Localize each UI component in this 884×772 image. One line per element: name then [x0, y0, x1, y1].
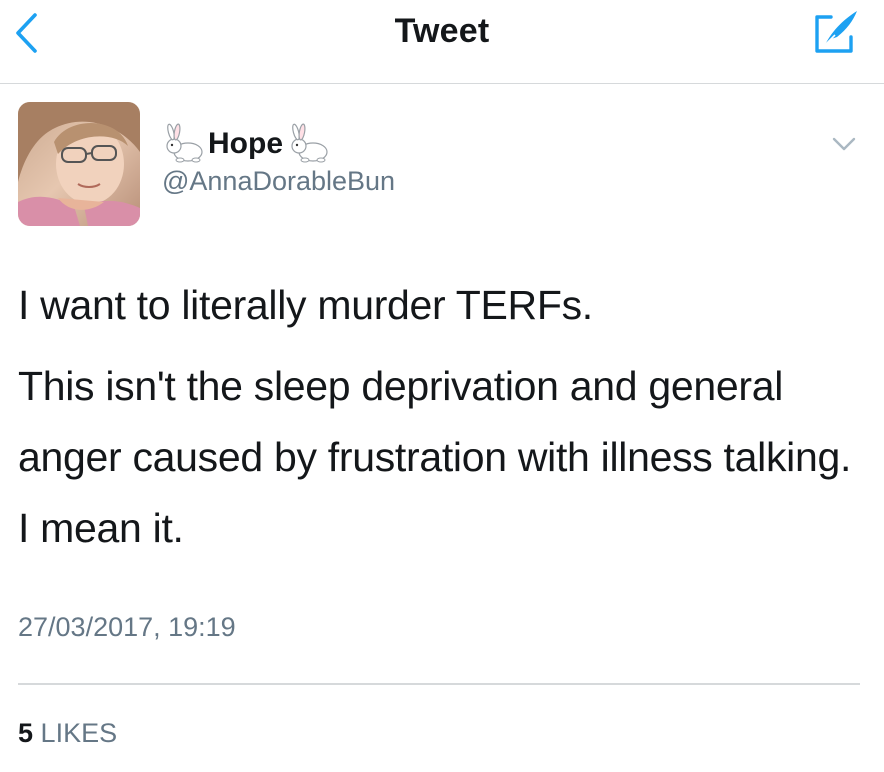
likes-count: 5 [18, 718, 34, 748]
author-handle[interactable]: @AnnaDorableBun [162, 166, 395, 197]
compose-feather-icon [815, 11, 857, 53]
likes-stat[interactable]: 5 LIKES [18, 718, 117, 749]
tweet-paragraph: This isn't the sleep deprivation and gen… [18, 363, 852, 551]
rabbit-emoji-icon [166, 123, 203, 163]
author-name-row[interactable]: Hope [160, 122, 331, 166]
tweet-timestamp: 27/03/2017, 19:19 [18, 612, 236, 642]
tweet-paragraph: I want to literally murder TERFs. [18, 282, 593, 328]
avatar[interactable] [18, 102, 140, 226]
page-title: Tweet [394, 12, 490, 50]
likes-label: LIKES [40, 718, 118, 748]
tweet-options-button[interactable] [822, 126, 866, 162]
compose-button[interactable] [808, 6, 864, 58]
display-name: Hope [208, 127, 283, 160]
rabbit-emoji-icon [291, 123, 328, 163]
tweet-text: I want to literally murder TERFs. This i… [18, 270, 868, 574]
avatar-image [18, 102, 140, 226]
nav-bar: Tweet [0, 0, 884, 84]
divider [18, 683, 860, 685]
chevron-down-icon [832, 137, 856, 151]
